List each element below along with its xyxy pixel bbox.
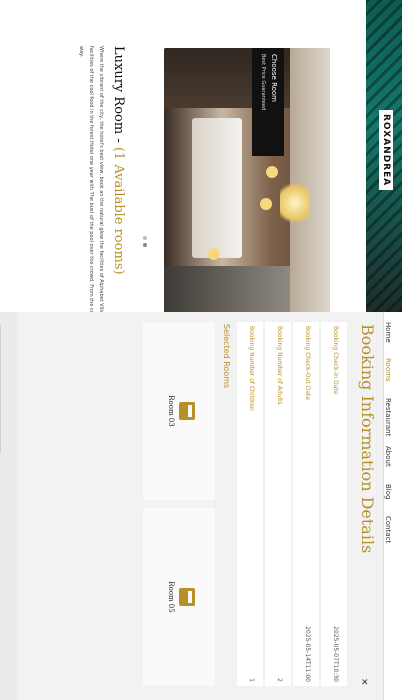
bed-icon [179,588,195,606]
selected-room-name: Room 03 [167,395,175,427]
checkin-row: Booking Check-in Date 2025-05-07T10:30 [321,322,347,686]
room-availability: (1 Available rooms) [111,146,126,275]
horizontal-scrollbar[interactable] [0,324,1,454]
drawer-title: Booking Information Details [358,324,377,554]
selected-room-card[interactable]: Room 05 [143,508,215,686]
adults-label: Booking Number of Adults [276,326,283,405]
nav-item-home[interactable]: Home [384,322,392,343]
carousel-dot[interactable] [143,236,147,240]
checkin-label: Booking Check-in Date [332,326,339,395]
nav-item-restaurant[interactable]: Restaurant [384,398,392,436]
room-photo[interactable] [164,48,330,316]
children-label: Booking Number of Children [248,326,255,411]
room-title: Luxury Room - (1 Available rooms) [111,46,126,275]
checkin-value: 2025-05-07T10:30 [332,626,339,682]
nav-item-about[interactable]: About [384,446,392,467]
nav-item-rooms[interactable]: Rooms [384,358,392,382]
checkout-row: Booking Check-Out Date 2025-05-14T11:00 [293,322,319,686]
selected-rooms-heading: Selected Rooms [222,324,231,389]
badge-title: Choose Room [270,54,278,103]
bed-icon [179,402,195,420]
close-icon[interactable]: × [359,678,369,686]
children-value: 1 [248,678,255,682]
carousel-dot-active[interactable] [143,243,147,247]
children-row: Booking Number of Children 1 [237,322,263,686]
nav-item-contact[interactable]: Contact [384,516,392,543]
nav-item-blog[interactable]: Blog [384,484,392,499]
booking-drawer: Booking Information Details × Booking Ch… [0,312,384,700]
checkout-label: Booking Check-Out Date [304,326,311,401]
room-description: Where the vibrant of the city, the hotel… [78,46,104,345]
selected-room-name: Room 05 [167,581,175,613]
carousel-dots[interactable] [143,236,158,256]
room-title-dash: - [111,134,126,147]
selected-room-card[interactable]: Room 03 [143,322,215,500]
site-logo[interactable]: ROXANDREA [379,110,393,191]
adults-row: Booking Number of Adults 2 [265,322,291,686]
choose-room-badge[interactable]: Choose Room Best Price Guaranteed [252,48,284,156]
rotated-page: ROXANDREA Home Rooms Restaurant About Bl… [0,0,402,700]
badge-subtitle: Best Price Guaranteed [260,54,266,111]
checkout-value: 2025-05-14T11:00 [304,626,311,682]
room-name: Luxury Room [111,46,126,135]
adults-value: 2 [276,678,283,682]
